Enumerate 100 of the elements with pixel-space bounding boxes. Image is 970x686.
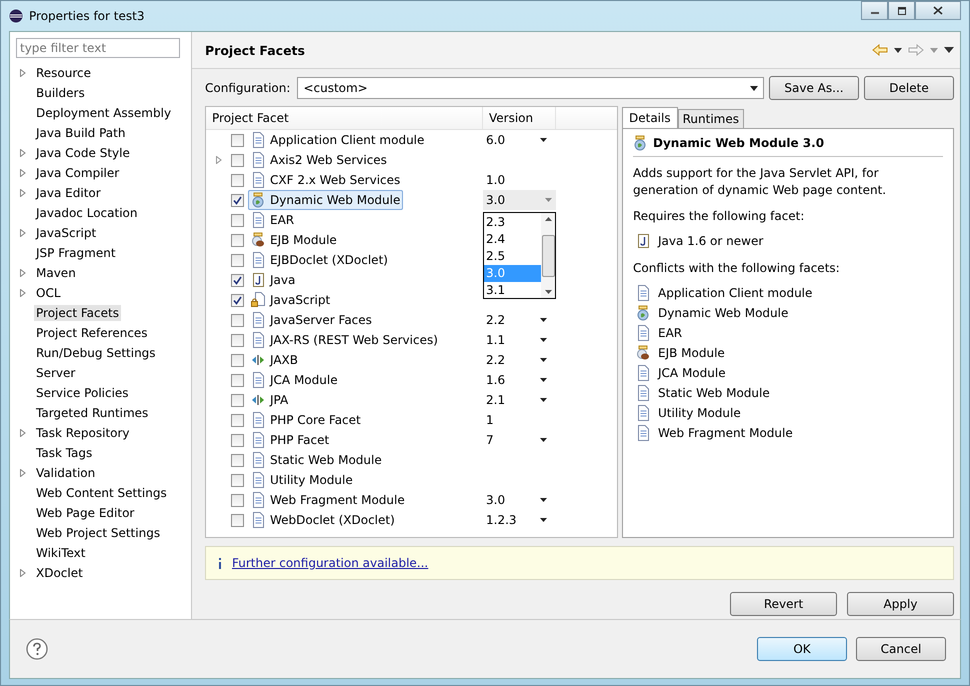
version-cell[interactable]: 2.2 (486, 313, 506, 327)
checkbox[interactable] (231, 334, 244, 346)
sidebar-item[interactable]: Javadoc Location (34, 205, 140, 221)
expand-arrow-icon[interactable] (20, 469, 26, 477)
version-cell[interactable]: 2.1 (486, 393, 506, 407)
expand-arrow-icon[interactable] (20, 149, 26, 157)
dropdown-caret-icon[interactable] (540, 338, 547, 342)
checkbox[interactable] (231, 514, 244, 526)
checkbox[interactable] (231, 314, 244, 326)
checkbox[interactable] (231, 374, 244, 386)
version-option[interactable]: 2.4 (484, 231, 541, 248)
version-cell[interactable]: 1.1 (486, 333, 506, 347)
expand-arrow-icon[interactable] (20, 429, 26, 437)
checkbox[interactable] (231, 394, 244, 406)
scrollbar[interactable] (541, 213, 555, 298)
version-option[interactable]: 3.1 (484, 282, 541, 299)
facet-name[interactable]: PHP Facet (248, 430, 332, 450)
facet-name[interactable]: Utility Module (248, 470, 356, 490)
forward-arrow-icon[interactable] (908, 44, 924, 56)
filter-field[interactable]: type filter text (16, 38, 180, 58)
tab[interactable]: Runtimes (678, 109, 744, 128)
facet-name[interactable]: Java (248, 270, 298, 290)
facet-name[interactable]: EJBDoclet (XDoclet) (248, 250, 391, 270)
sidebar-item[interactable]: Maven (34, 265, 78, 281)
sidebar-item[interactable]: Task Repository (34, 425, 132, 441)
version-cell[interactable]: 1.2.3 (486, 513, 517, 527)
facet-name[interactable]: WebDoclet (XDoclet) (248, 510, 398, 530)
facet-name[interactable]: Axis2 Web Services (248, 150, 390, 170)
facet-name[interactable]: Web Fragment Module (248, 490, 408, 510)
expand-arrow-icon[interactable] (20, 169, 26, 177)
expand-arrow-icon[interactable] (20, 69, 26, 77)
facet-name[interactable]: Static Web Module (248, 450, 385, 470)
expand-arrow-icon[interactable] (20, 189, 26, 197)
sidebar-item[interactable]: JSP Fragment (34, 245, 118, 261)
sidebar-item[interactable]: Server (34, 365, 78, 381)
help-icon[interactable] (26, 638, 48, 660)
dialog-action-button[interactable]: Delete (864, 76, 954, 100)
dialog-action-button[interactable]: Save As... (769, 76, 859, 100)
version-cell[interactable]: 1.6 (486, 373, 506, 387)
checkbox[interactable] (231, 494, 244, 506)
facet-name[interactable]: JavaServer Faces (248, 310, 375, 330)
version-cell[interactable]: 3.0 (486, 193, 506, 207)
dialog-button[interactable]: OK (757, 637, 847, 661)
checkbox[interactable] (231, 354, 244, 366)
sidebar-item[interactable]: Web Content Settings (34, 485, 169, 501)
checkbox[interactable] (231, 294, 244, 306)
facet-name[interactable]: EAR (248, 210, 298, 230)
sidebar-item[interactable]: WikiText (34, 545, 88, 561)
dropdown-caret-icon[interactable] (540, 378, 547, 382)
checkbox[interactable] (231, 434, 244, 446)
view-menu-icon[interactable] (944, 47, 954, 53)
dropdown-caret-icon[interactable] (540, 318, 547, 322)
configuration-link[interactable]: Further configuration available... (232, 556, 428, 570)
sidebar-item[interactable]: Java Build Path (34, 125, 128, 141)
dialog-button[interactable]: Cancel (856, 637, 946, 661)
facet-name[interactable]: JavaScript (248, 290, 334, 310)
dropdown-caret-icon[interactable] (540, 398, 547, 402)
expand-arrow-icon[interactable] (216, 156, 222, 164)
sidebar-item[interactable]: Targeted Runtimes (34, 405, 150, 421)
column-header[interactable]: Project Facet (206, 107, 483, 129)
expand-arrow-icon[interactable] (20, 289, 26, 297)
facet-name[interactable]: JAXB (248, 350, 301, 370)
facet-name[interactable]: JCA Module (248, 370, 341, 390)
version-cell[interactable]: 1 (486, 413, 494, 427)
sidebar-item[interactable]: Resource (34, 65, 94, 81)
expand-arrow-icon[interactable] (20, 229, 26, 237)
sidebar-item[interactable]: Task Tags (34, 445, 94, 461)
scroll-up-icon[interactable] (544, 217, 552, 221)
checkbox[interactable] (231, 454, 244, 466)
checkbox[interactable] (231, 234, 244, 246)
checkbox[interactable] (231, 154, 244, 166)
facet-name[interactable]: JPA (248, 390, 292, 410)
sidebar-item[interactable]: Validation (34, 465, 98, 481)
dropdown-caret-icon[interactable] (540, 498, 547, 502)
checkbox[interactable] (231, 474, 244, 486)
dropdown-caret-icon[interactable] (540, 438, 547, 442)
dropdown-caret-icon[interactable] (540, 358, 547, 362)
page-action-button[interactable]: Apply (847, 592, 954, 616)
maximize-button[interactable] (888, 1, 915, 20)
version-cell[interactable]: 3.0 (486, 493, 506, 507)
facet-name[interactable]: EJB Module (248, 230, 340, 250)
sidebar-item[interactable]: Java Code Style (34, 145, 132, 161)
sidebar-item[interactable]: XDoclet (34, 565, 85, 581)
close-button[interactable] (915, 1, 961, 20)
back-arrow-icon[interactable] (872, 44, 888, 56)
sidebar-item[interactable]: Project Facets (34, 305, 121, 321)
version-cell[interactable]: 7 (486, 433, 494, 447)
checkbox[interactable] (231, 414, 244, 426)
scroll-down-icon[interactable] (544, 290, 552, 294)
tab[interactable]: Details (622, 107, 678, 128)
version-cell[interactable]: 1.0 (486, 173, 506, 187)
sidebar-item[interactable]: Web Project Settings (34, 525, 162, 541)
sidebar-item[interactable]: Java Editor (34, 185, 103, 201)
minimize-button[interactable] (861, 1, 888, 20)
expand-arrow-icon[interactable] (20, 569, 26, 577)
facet-name[interactable]: Application Client module (248, 130, 428, 150)
sidebar-item[interactable]: Web Page Editor (34, 505, 136, 521)
version-cell[interactable]: 2.2 (486, 353, 506, 367)
sidebar-item[interactable]: Run/Debug Settings (34, 345, 158, 361)
checkbox[interactable] (231, 214, 244, 226)
